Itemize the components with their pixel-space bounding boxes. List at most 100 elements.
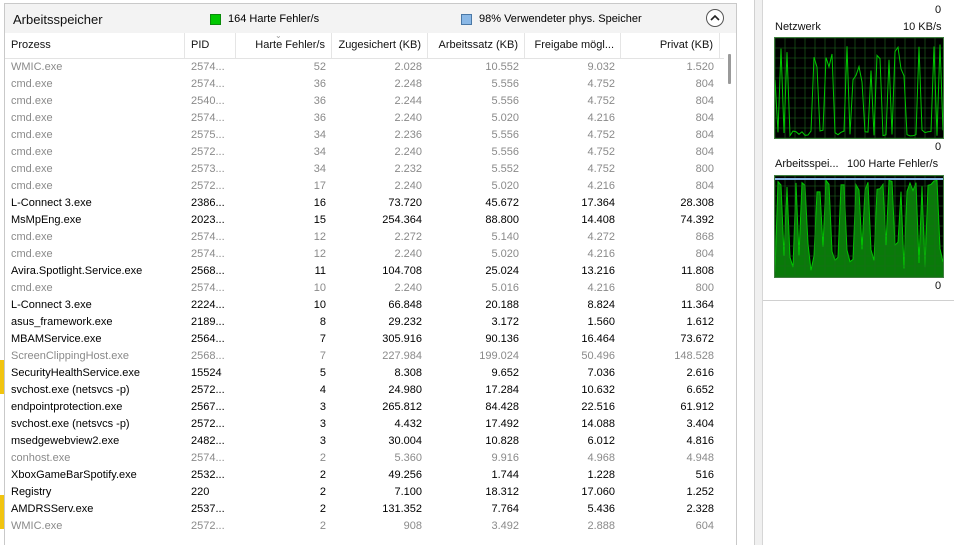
col-shareable-cell: 17.364	[581, 197, 615, 209]
table-row[interactable]: svchost.exe (netsvcs -p) 2572... 3 4.432 17.…	[5, 416, 725, 433]
col-hard-faults-cell: 5	[319, 367, 326, 379]
collapse-button[interactable]	[706, 9, 724, 27]
vertical-scrollbar[interactable]	[724, 33, 736, 545]
col-private-cell: 148.528	[674, 350, 714, 362]
table-row[interactable]: cmd.exe 2572... 17 2.240 5.020 4.216 804	[5, 178, 725, 195]
panel-divider[interactable]	[754, 0, 762, 545]
col-pid-cell: 2540...	[191, 95, 225, 107]
col-shareable-cell: 4.968	[587, 452, 615, 464]
col-working-set-cell: 84.428	[485, 401, 519, 413]
col-committed-cell: 2.248	[394, 78, 422, 90]
col-hard-faults-cell: 3	[319, 401, 326, 413]
col-working-set-cell: 88.800	[485, 214, 519, 226]
table-row[interactable]: cmd.exe 2540... 36 2.244 5.556 4.752 804	[5, 93, 725, 110]
memory-graph[interactable]	[774, 175, 944, 278]
col-pid-cell: 2572...	[191, 418, 225, 430]
col-pid-cell: 2574...	[191, 231, 225, 243]
col-private-cell: 804	[695, 248, 714, 260]
col-hard-faults-cell: 15	[313, 214, 326, 226]
table-row[interactable]: cmd.exe 2573... 34 2.232 5.552 4.752 800	[5, 161, 725, 178]
table-row[interactable]: asus_framework.exe 2189... 8 29.232 3.172 1.5…	[5, 314, 725, 331]
col-private-cell: 2.328	[686, 503, 714, 515]
col-shareable-cell: 2.888	[587, 520, 615, 532]
col-private-cell: 868	[695, 231, 714, 243]
table-row[interactable]: cmd.exe 2572... 34 2.240 5.556 4.752 804	[5, 144, 725, 161]
table-row[interactable]: cmd.exe 2574... 36 2.248 5.556 4.752 804	[5, 76, 725, 93]
col-committed-cell: 4.432	[394, 418, 422, 430]
col-hard-faults-header[interactable]: Harte Fehler/s	[236, 33, 332, 58]
table-row[interactable]: SecurityHealthService.exe 15524 5 8.308 9.65…	[5, 365, 725, 382]
col-process-cell: XboxGameBarSpotify.exe	[11, 469, 137, 481]
col-hard-faults-cell: 7	[319, 350, 326, 362]
table-row[interactable]: msedgewebview2.exe 2482... 3 30.004 10.828 6.…	[5, 433, 725, 450]
table-row[interactable]: svchost.exe (netsvcs -p) 2572... 4 24.980 17…	[5, 382, 725, 399]
col-process-cell: SecurityHealthService.exe	[11, 367, 141, 379]
col-pid-cell: 2574...	[191, 78, 225, 90]
col-hard-faults-cell: 36	[313, 78, 326, 90]
col-working-set-cell: 3.172	[491, 316, 519, 328]
network-graph[interactable]	[774, 37, 944, 139]
col-shareable-cell: 4.752	[587, 129, 615, 141]
col-process-cell: conhost.exe	[11, 452, 71, 464]
col-shareable-cell: 4.216	[587, 112, 615, 124]
table-row[interactable]: WMIC.exe 2572... 2 908 3.492 2.888 604	[5, 518, 725, 535]
col-working-set-cell: 5.552	[491, 163, 519, 175]
table-row[interactable]: MsMpEng.exe 2023... 15 254.364 88.800 14.408 7…	[5, 212, 725, 229]
col-process-header[interactable]: Prozess	[5, 33, 185, 58]
table-row[interactable]: MBAMService.exe 2564... 7 305.916 90.136 16.4…	[5, 331, 725, 348]
col-working-set-header[interactable]: Arbeitssatz (KB)	[428, 33, 525, 58]
table-row[interactable]: Avira.Spotlight.Service.exe 2568... 11 104.…	[5, 263, 725, 280]
col-working-set-cell: 9.652	[491, 367, 519, 379]
col-private-header[interactable]: Privat (KB)	[621, 33, 720, 58]
memory-section: Arbeitsspeicher 164 Harte Fehler/s 98% V…	[0, 0, 754, 545]
table-row[interactable]: AMDRSServ.exe 2537... 2 131.352 7.764 5.436 2.…	[5, 501, 725, 518]
col-working-set-cell: 10.828	[485, 435, 519, 447]
table-row[interactable]: L-Connect 3.exe 2224... 10 66.848 20.188 8.82…	[5, 297, 725, 314]
section-header[interactable]: Arbeitsspeicher 164 Harte Fehler/s 98% V…	[4, 3, 737, 33]
col-committed-header[interactable]: Zugesichert (KB)	[332, 33, 428, 58]
table-row[interactable]: endpointprotection.exe 2567... 3 265.812 84.…	[5, 399, 725, 416]
col-private-cell: 800	[695, 282, 714, 294]
table-row[interactable]: cmd.exe 2574... 36 2.240 5.020 4.216 804	[5, 110, 725, 127]
table-row[interactable]: WMIC.exe 2574... 52 2.028 10.552 9.032 1.520	[5, 59, 725, 76]
col-pid-cell: 2574...	[191, 452, 225, 464]
col-shareable-cell: 14.408	[581, 214, 615, 226]
scrollbar-thumb[interactable]	[728, 54, 731, 84]
col-pid-cell: 2568...	[191, 350, 225, 362]
memory-graph-zero: 0	[935, 280, 942, 292]
table-row[interactable]: XboxGameBarSpotify.exe 2532... 2 49.256 1.74…	[5, 467, 725, 484]
table-row[interactable]: cmd.exe 2575... 34 2.236 5.556 4.752 804	[5, 127, 725, 144]
col-committed-cell: 29.232	[388, 316, 422, 328]
table-row[interactable]: L-Connect 3.exe 2386... 16 73.720 45.672 17.3…	[5, 195, 725, 212]
col-working-set-cell: 5.016	[491, 282, 519, 294]
table-row[interactable]: Registry 220 2 7.100 18.312 17.060 1.252	[5, 484, 725, 501]
col-private-cell: 604	[695, 520, 714, 532]
col-process-cell: cmd.exe	[11, 129, 53, 141]
col-committed-cell: 2.240	[394, 112, 422, 124]
network-graph-zero: 0	[935, 141, 942, 153]
col-shareable-cell: 7.036	[587, 367, 615, 379]
col-working-set-cell: 5.556	[491, 78, 519, 90]
sort-descending-icon: ⌄	[275, 33, 282, 40]
col-shareable-cell: 4.272	[587, 231, 615, 243]
col-shareable-header[interactable]: Freigabe mögl...	[525, 33, 621, 58]
table-row[interactable]: cmd.exe 2574... 12 2.240 5.020 4.216 804	[5, 246, 725, 263]
table-row[interactable]: cmd.exe 2574... 10 2.240 5.016 4.216 800	[5, 280, 725, 297]
col-process-cell: Registry	[11, 486, 52, 498]
col-private-cell: 4.948	[686, 452, 714, 464]
col-committed-cell: 73.720	[388, 197, 422, 209]
col-pid-header[interactable]: PID	[185, 33, 236, 58]
col-committed-cell: 2.244	[394, 95, 422, 107]
col-pid-cell: 2572...	[191, 146, 225, 158]
col-working-set-cell: 18.312	[485, 486, 519, 498]
chevron-up-icon	[710, 14, 720, 21]
col-hard-faults-cell: 4	[319, 384, 326, 396]
table-row[interactable]: conhost.exe 2574... 2 5.360 9.916 4.968 4.948	[5, 450, 725, 467]
col-private-cell: 61.912	[680, 401, 714, 413]
col-hard-faults-cell: 2	[319, 486, 326, 498]
table-row[interactable]: cmd.exe 2574... 12 2.272 5.140 4.272 868	[5, 229, 725, 246]
col-shareable-cell: 1.228	[587, 469, 615, 481]
col-pid-cell: 2572...	[191, 520, 225, 532]
col-process-cell: cmd.exe	[11, 78, 53, 90]
table-row[interactable]: ScreenClippingHost.exe 2568... 7 227.984 199…	[5, 348, 725, 365]
